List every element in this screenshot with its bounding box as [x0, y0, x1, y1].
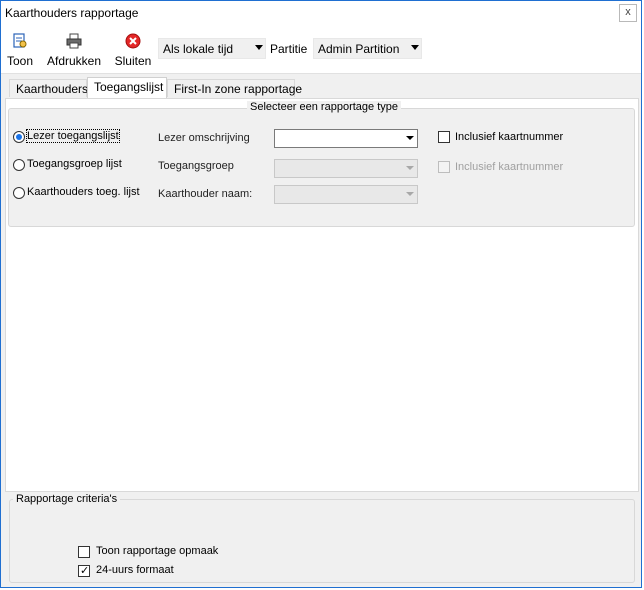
toon-label: Toon	[6, 54, 34, 68]
24-uurs-formaat-checkbox[interactable]: ✓	[78, 565, 90, 577]
inclusief-kaartnummer-checkbox[interactable]	[438, 131, 450, 143]
print-label: Afdrukken	[46, 54, 102, 68]
criteria-title: Rapportage criteria's	[13, 493, 121, 505]
time-mode-value: Als lokale tijd	[163, 42, 234, 56]
chevron-down-icon	[402, 130, 417, 147]
chevron-down-icon	[402, 160, 417, 177]
radio-label: Toegangsgroep lijst	[27, 158, 122, 170]
toon-button[interactable]: Toon	[5, 29, 35, 69]
window-title: Kaarthouders rapportage	[5, 6, 139, 20]
lezer-omschrijving-label: Lezer omschrijving	[158, 132, 250, 144]
tab-toegangslijst[interactable]: Toegangslijst	[87, 77, 167, 98]
radio-toegangsgroep-lijst[interactable]	[13, 159, 25, 171]
tab-panel: Selecteer een rapportage type Lezer toeg…	[5, 98, 639, 492]
toon-rapportage-opmaak-checkbox[interactable]	[78, 546, 90, 558]
kaarthouder-naam-dropdown[interactable]	[274, 185, 418, 204]
close-report-label: Sluiten	[114, 54, 152, 68]
title-bar: Kaarthouders rapportage x	[1, 1, 641, 25]
tab-kaarthouders[interactable]: Kaarthouders	[9, 79, 88, 97]
report-type-title: Selecteer een rapportage type	[247, 101, 401, 113]
partition-label: Partitie	[270, 42, 308, 56]
partition-value: Admin Partition	[318, 42, 400, 56]
radio-lezer-toegangslijst[interactable]	[13, 131, 25, 143]
checkmark-icon: ✓	[80, 565, 90, 577]
24-uurs-formaat-label: 24-uurs formaat	[96, 564, 174, 576]
criteria-group: Rapportage criteria's Toon rapportage op…	[9, 493, 635, 583]
radio-kaarthouders-toeg-lijst[interactable]	[13, 187, 25, 199]
toon-rapportage-opmaak-label: Toon rapportage opmaak	[96, 545, 219, 557]
close-circle-icon	[125, 33, 141, 49]
window-close-button[interactable]: x	[619, 4, 637, 22]
chevron-down-icon	[411, 45, 419, 50]
radio-label: Kaarthouders toeg. lijst	[27, 186, 140, 198]
close-report-button[interactable]: Sluiten	[113, 29, 153, 69]
inclusief-kaartnummer-checkbox-disabled[interactable]	[438, 161, 450, 173]
radio-label: Lezer toegangslijst	[26, 129, 120, 143]
toegangsgroep-label: Toegangsgroep	[158, 160, 234, 172]
partition-select[interactable]: Admin Partition	[313, 38, 422, 59]
report-window: Kaarthouders rapportage x Toon Afdrukken	[0, 0, 642, 588]
inclusief-kaartnummer-label-disabled: Inclusief kaartnummer	[455, 161, 564, 173]
lezer-omschrijving-dropdown[interactable]	[274, 129, 418, 148]
toegangsgroep-dropdown[interactable]	[274, 159, 418, 178]
chevron-down-icon	[402, 186, 417, 203]
report-view-icon	[13, 33, 27, 48]
report-type-group: Selecteer een rapportage type Lezer toeg…	[8, 101, 635, 227]
printer-icon	[66, 33, 82, 49]
tab-first-in-zone[interactable]: First-In zone rapportage	[167, 79, 302, 97]
print-button[interactable]: Afdrukken	[45, 29, 103, 69]
inclusief-kaartnummer-label: Inclusief kaartnummer	[455, 131, 564, 143]
time-mode-select[interactable]: Als lokale tijd	[158, 38, 266, 59]
toolbar: Toon Afdrukken Sluiten Als lokale tijd P…	[1, 25, 641, 74]
kaarthouder-naam-label: Kaarthouder naam:	[158, 188, 253, 200]
chevron-down-icon	[255, 45, 263, 50]
